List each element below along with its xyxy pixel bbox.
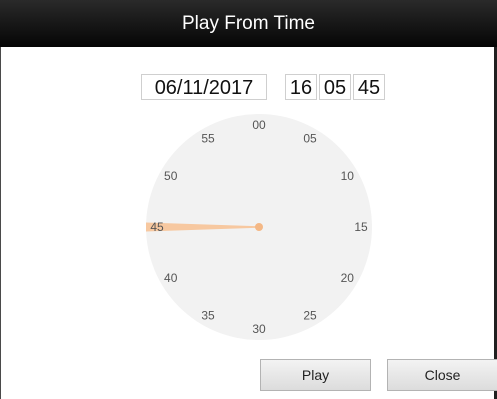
close-button[interactable]: Close: [387, 359, 497, 391]
clock-dial[interactable]: 00 05 10 15 20 25 30 35 40 45 50 55: [0, 0, 497, 399]
clock-label-05: 05: [303, 132, 317, 146]
clock-label-25: 25: [303, 308, 317, 322]
clock-label-20: 20: [341, 271, 355, 285]
clock-label-10: 10: [341, 169, 355, 183]
clock-hub: [255, 223, 263, 231]
clock-label-40: 40: [164, 271, 178, 285]
play-from-time-dialog: Play From Time 06/11/2017 16 05 45 00 05 1…: [0, 0, 497, 399]
clock-label-30: 30: [252, 322, 266, 336]
clock-label-50: 50: [164, 169, 178, 183]
clock-label-00: 00: [252, 118, 266, 132]
clock-label-45: 45: [150, 220, 164, 234]
clock-label-35: 35: [201, 308, 215, 322]
play-button[interactable]: Play: [260, 359, 371, 391]
clock-label-55: 55: [201, 132, 215, 146]
clock-label-15: 15: [354, 220, 368, 234]
